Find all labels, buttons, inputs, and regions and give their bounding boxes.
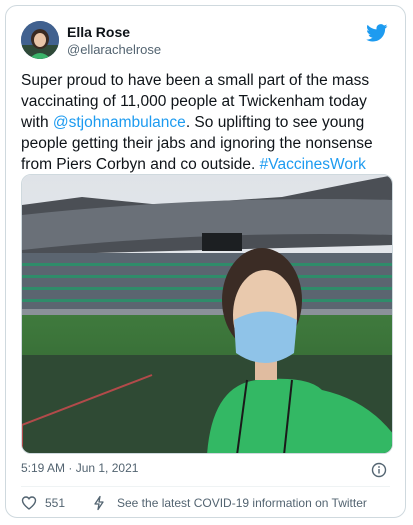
heart-icon bbox=[21, 496, 37, 510]
author-display-name[interactable]: Ella Rose bbox=[67, 24, 161, 41]
tweet-photo[interactable] bbox=[21, 174, 393, 454]
info-icon[interactable] bbox=[371, 462, 387, 478]
covid-info-icon bbox=[94, 495, 104, 511]
divider bbox=[21, 486, 390, 487]
covid-info-link[interactable]: See the latest COVID-19 information on T… bbox=[91, 495, 367, 511]
hashtag-link[interactable]: #VaccinesWork bbox=[260, 156, 366, 173]
tweet-actions: 551 See the latest COVID-19 information … bbox=[21, 494, 390, 514]
tweet-body: Super proud to have been a small part of… bbox=[21, 70, 393, 175]
avatar[interactable] bbox=[21, 21, 59, 59]
like-count: 551 bbox=[45, 496, 66, 510]
author-names: Ella Rose @ellarachelrose bbox=[67, 24, 161, 58]
tweet-meta: 5:19 AM · Jun 1, 2021 bbox=[21, 461, 390, 479]
tweet-header: Ella Rose @ellarachelrose bbox=[21, 21, 390, 63]
twitter-bird-icon[interactable] bbox=[366, 24, 388, 42]
avatar-photo bbox=[21, 21, 59, 59]
mention-link[interactable]: @stjohnambulance bbox=[53, 114, 186, 131]
stadium-selfie-image bbox=[22, 175, 392, 453]
tweet-timestamp[interactable]: 5:19 AM · Jun 1, 2021 bbox=[21, 461, 138, 475]
like-button[interactable]: 551 bbox=[21, 495, 65, 511]
author-handle[interactable]: @ellarachelrose bbox=[67, 41, 161, 58]
covid-info-label: See the latest COVID-19 information on T… bbox=[117, 496, 367, 510]
tweet-card[interactable]: Ella Rose @ellarachelrose Super proud to… bbox=[5, 5, 406, 518]
